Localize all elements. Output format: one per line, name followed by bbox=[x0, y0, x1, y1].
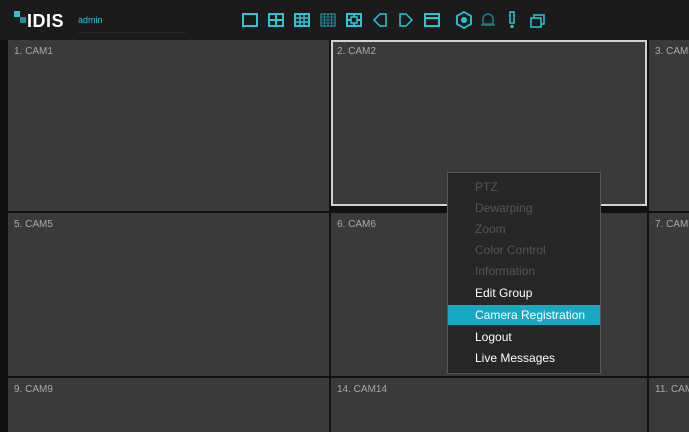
custom-layout-icon[interactable] bbox=[342, 8, 366, 32]
camera-tile[interactable]: 5. CAM5 bbox=[8, 213, 329, 376]
menu-item-color-control: Color Control bbox=[475, 243, 546, 257]
quad-view-icon[interactable] bbox=[264, 8, 288, 32]
camera-tile[interactable]: 11. CAM11 bbox=[649, 378, 689, 432]
camera-tile[interactable]: 7. CAM7 bbox=[649, 213, 689, 376]
full-screen-icon[interactable] bbox=[420, 8, 444, 32]
menu-item-live-messages[interactable]: Live Messages bbox=[448, 348, 600, 368]
alert-icon[interactable] bbox=[500, 8, 524, 32]
camera-label: 14. CAM14 bbox=[337, 384, 388, 395]
camera-label: 9. CAM9 bbox=[14, 384, 53, 395]
nine-view-icon[interactable] bbox=[290, 8, 314, 32]
top-bar: IDIS admin bbox=[0, 0, 689, 40]
next-page-icon[interactable] bbox=[394, 8, 418, 32]
menu-item-ptz: PTZ bbox=[475, 180, 498, 194]
camera-tile[interactable]: 14. CAM14 bbox=[331, 378, 647, 432]
logo-mark bbox=[20, 17, 26, 23]
camera-label: 7. CAM7 bbox=[655, 219, 689, 230]
menu-item-logout[interactable]: Logout bbox=[448, 327, 600, 347]
alarm-bell-icon[interactable] bbox=[476, 8, 500, 32]
camera-label: 11. CAM11 bbox=[655, 384, 689, 395]
previous-page-icon[interactable] bbox=[368, 8, 392, 32]
divider bbox=[78, 32, 186, 33]
sequence-icon[interactable] bbox=[526, 8, 550, 32]
camera-tile[interactable]: 9. CAM9 bbox=[8, 378, 329, 432]
camera-tile[interactable]: 3. CAM3 bbox=[649, 40, 689, 211]
record-icon[interactable] bbox=[452, 8, 476, 32]
camera-label: 2. CAM2 bbox=[337, 46, 376, 57]
camera-label: 3. CAM3 bbox=[655, 46, 689, 57]
camera-label: 6. CAM6 bbox=[337, 219, 376, 230]
camera-tile[interactable]: 1. CAM1 bbox=[8, 40, 329, 211]
camera-label: 1. CAM1 bbox=[14, 46, 53, 57]
menu-item-information: Information bbox=[475, 264, 536, 278]
camera-label: 5. CAM5 bbox=[14, 219, 53, 230]
sixteen-view-icon[interactable] bbox=[316, 8, 340, 32]
menu-item-camera-registration[interactable]: Camera Registration bbox=[448, 305, 600, 325]
user-name[interactable]: admin bbox=[78, 15, 103, 25]
logo-text: IDIS bbox=[27, 11, 65, 31]
menu-item-edit-group[interactable]: Edit Group bbox=[448, 283, 600, 303]
menu-item-zoom: Zoom bbox=[475, 222, 506, 236]
menu-item-dewarping: Dewarping bbox=[475, 201, 533, 215]
single-view-icon[interactable] bbox=[238, 8, 262, 32]
context-menu: PTZ Dewarping Zoom Color Control Informa… bbox=[447, 172, 601, 374]
